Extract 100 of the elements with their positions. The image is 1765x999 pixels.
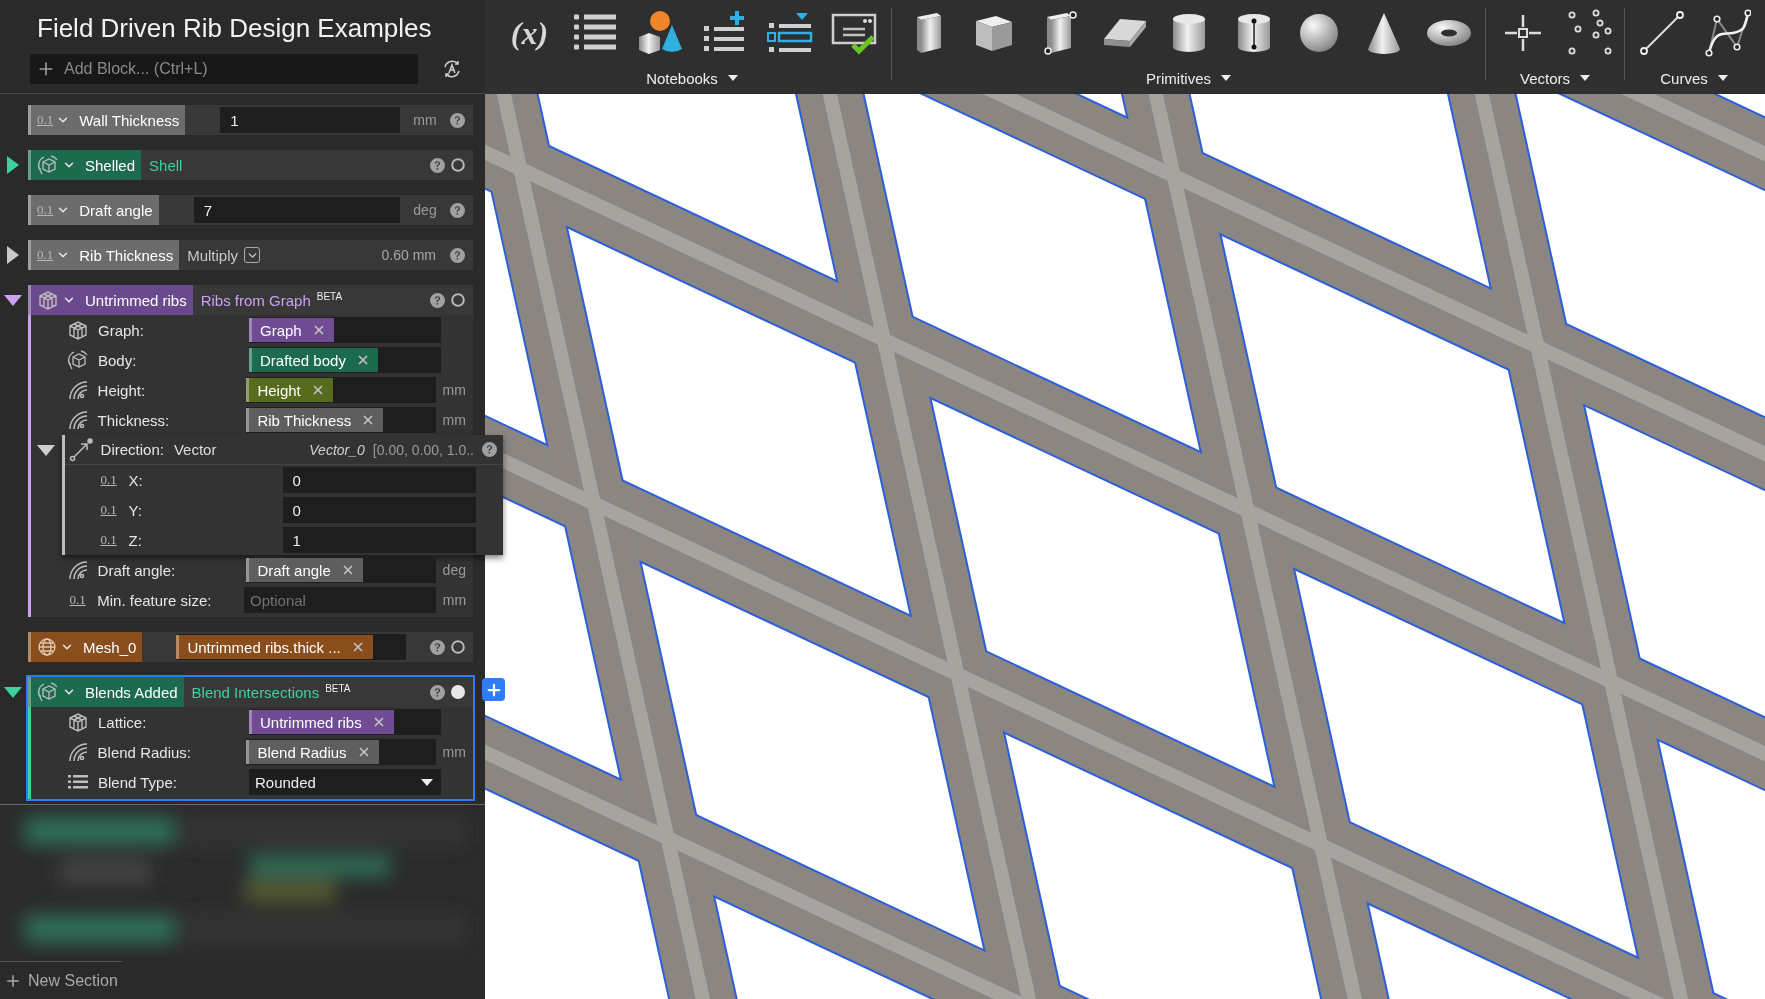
- input-chip[interactable]: Drafted body: [249, 348, 378, 372]
- cube-icon: [67, 711, 89, 733]
- operation-name: Blend Intersections: [191, 683, 320, 701]
- block-name: Shelled: [85, 156, 136, 174]
- param-label: Lattice:: [98, 713, 148, 731]
- number-type-label: 0.1: [100, 532, 117, 548]
- input-field[interactable]: Untrimmed ribs.thick ...: [176, 634, 407, 660]
- input-field[interactable]: Rib Thickness: [246, 407, 436, 433]
- input-chip[interactable]: Height: [246, 378, 333, 402]
- param-label: Graph:: [98, 321, 145, 339]
- unit-label: mm: [441, 412, 467, 428]
- help-icon[interactable]: [450, 112, 465, 128]
- add-button[interactable]: [482, 678, 505, 701]
- caret-down-icon: [1580, 75, 1590, 81]
- value-field[interactable]: 7: [193, 197, 400, 223]
- input-chip[interactable]: Rib Thickness: [246, 408, 384, 432]
- chip-label: Rib Thickness: [257, 411, 352, 429]
- group-menu-button[interactable]: Primitives: [1142, 66, 1235, 90]
- param-label: Blend Type:: [98, 773, 178, 791]
- expand-arrow-icon[interactable]: [7, 246, 19, 264]
- input-field[interactable]: Untrimmed ribs: [249, 709, 441, 735]
- help-icon[interactable]: [430, 684, 445, 700]
- block-name: Mesh_0: [83, 638, 137, 656]
- number-type-label: 0.1: [37, 247, 54, 263]
- value-field[interactable]: 0: [282, 497, 476, 523]
- input-chip[interactable]: Draft angle: [246, 558, 363, 582]
- status-dot-icon[interactable]: [451, 685, 465, 699]
- value-field[interactable]: 1: [220, 107, 400, 133]
- number-type-label: 0.1: [37, 112, 54, 128]
- number-type-label: 0.1: [37, 202, 54, 218]
- input-chip[interactable]: Blend Radius: [246, 740, 379, 764]
- param-label: Z:: [128, 531, 143, 549]
- help-icon[interactable]: [430, 292, 445, 308]
- help-icon[interactable]: [450, 202, 465, 218]
- number-type-label: 0.1: [69, 592, 86, 608]
- formula-button[interactable]: (x): [497, 3, 562, 63]
- globe-icon: [37, 637, 57, 657]
- unit-label: mm: [441, 592, 468, 608]
- block-tag[interactable]: Blends Added: [28, 677, 184, 707]
- dropdown[interactable]: Rounded: [249, 769, 441, 795]
- beta-label: BETA: [316, 291, 343, 302]
- operation-select[interactable]: [244, 247, 261, 263]
- status-dot-icon[interactable]: [451, 640, 465, 654]
- collapse-arrow-icon[interactable]: [4, 686, 22, 698]
- block-tag[interactable]: Untrimmed ribs: [28, 285, 193, 315]
- param-label: Thickness:: [97, 411, 171, 429]
- caret-down-icon: [421, 778, 433, 786]
- group-menu-button[interactable]: Notebooks: [642, 66, 742, 90]
- input-field[interactable]: Blend Radius: [246, 739, 436, 765]
- param-label: Height:: [97, 381, 147, 399]
- input-field[interactable]: Height: [246, 377, 436, 403]
- auto-refresh-icon[interactable]: [442, 59, 462, 79]
- expand-arrow-icon[interactable]: [7, 156, 19, 174]
- help-icon[interactable]: [450, 247, 465, 263]
- add-block-field[interactable]: Add Block... (Ctrl+L): [30, 54, 418, 84]
- help-icon[interactable]: [430, 639, 445, 655]
- group-menu-button[interactable]: Curves: [1656, 66, 1732, 90]
- unit-label: deg: [441, 562, 467, 578]
- operation-name: Shell: [149, 156, 183, 174]
- unit-label: mm: [412, 112, 438, 128]
- input-field[interactable]: Drafted body: [249, 347, 441, 373]
- chip-label: Untrimmed ribs: [260, 713, 362, 731]
- help-icon[interactable]: [430, 157, 445, 173]
- block-name: Blends Added: [85, 683, 178, 701]
- reference-name: Vector_0: [309, 441, 365, 458]
- new-section-button[interactable]: New Section: [0, 961, 122, 999]
- input-field[interactable]: Draft angle: [246, 557, 436, 583]
- block-tag[interactable]: Shelled: [28, 150, 142, 180]
- param-label: Body:: [98, 351, 138, 369]
- input-chip[interactable]: Untrimmed ribs.thick ...: [176, 635, 373, 659]
- block-tag[interactable]: Mesh_0: [28, 632, 143, 662]
- param-label: Direction:: [100, 441, 164, 458]
- field-icon: [66, 741, 89, 763]
- status-dot-icon[interactable]: [451, 293, 465, 307]
- param-label: Blend Radius:: [97, 743, 192, 761]
- chip-label: Untrimmed ribs.thick ...: [187, 638, 341, 656]
- cube-icon: [37, 289, 59, 311]
- input-field[interactable]: Optional: [244, 587, 437, 613]
- input-field[interactable]: Graph: [249, 317, 441, 343]
- status-dot-icon[interactable]: [451, 158, 465, 172]
- collapse-arrow-icon[interactable]: [4, 294, 22, 306]
- block-tag[interactable]: 0.1 Rib Thickness: [28, 240, 180, 270]
- help-icon[interactable]: [482, 442, 497, 457]
- cube-icon: [67, 319, 89, 341]
- group-menu-button[interactable]: Vectors: [1516, 66, 1594, 90]
- block-tag[interactable]: 0.1 Wall Thickness: [28, 105, 186, 135]
- value-field[interactable]: 1: [282, 527, 476, 553]
- chip-label: Graph: [260, 321, 302, 339]
- block-name: Draft angle: [79, 201, 153, 219]
- field-icon: [66, 559, 89, 581]
- operation-name: Ribs from Graph: [200, 291, 311, 309]
- input-chip[interactable]: Graph: [249, 318, 334, 342]
- operation-name: Multiply: [187, 246, 239, 264]
- field-icon: [66, 379, 89, 401]
- input-chip[interactable]: Untrimmed ribs: [249, 710, 394, 734]
- wire-cage-icon: [37, 154, 59, 176]
- block-tag[interactable]: 0.1 Draft angle: [28, 195, 159, 225]
- collapse-arrow-icon[interactable]: [37, 444, 56, 456]
- document-title: Field Driven Rib Design Examples: [37, 12, 433, 44]
- value-field[interactable]: 0: [282, 467, 476, 493]
